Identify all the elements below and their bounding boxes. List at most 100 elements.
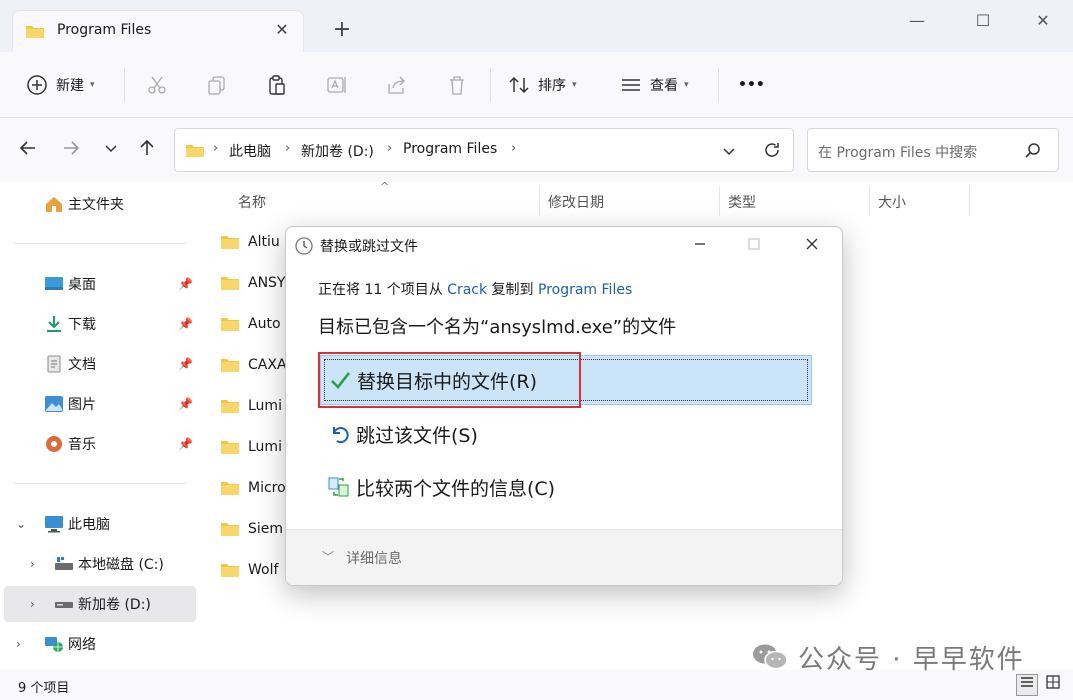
minimize-icon — [695, 243, 705, 245]
new-icon — [27, 75, 47, 95]
sidebar-item-drive-d[interactable]: › 新加卷 (D:) — [4, 586, 196, 622]
folder-icon — [221, 318, 239, 331]
tiles-view-button[interactable] — [1042, 674, 1064, 696]
list-item[interactable]: Micro — [220, 473, 286, 503]
maximize-button[interactable]: ☐ — [960, 6, 1006, 36]
more-button[interactable]: ••• — [738, 72, 765, 98]
sidebar-item-home[interactable]: 主文件夹 — [4, 186, 196, 222]
dialog-close-button[interactable] — [792, 233, 832, 259]
details-view-icon — [1021, 677, 1033, 687]
address-bar[interactable]: › 此电脑 › 新加卷 (D:) › Program Files › — [174, 128, 794, 172]
new-label: 新建 — [56, 78, 84, 94]
column-header-name[interactable]: 名称 — [238, 192, 266, 212]
chevron-right-icon[interactable]: › — [30, 597, 35, 611]
sidebar-item-this-pc[interactable]: ⌄ 此电脑 — [4, 506, 196, 542]
sidebar-divider — [14, 483, 186, 484]
title-bar: Program Files ✕ + — ☐ ✕ — [0, 0, 1073, 52]
share-button[interactable] — [386, 72, 408, 98]
minimize-button[interactable]: — — [894, 6, 940, 36]
list-item[interactable]: Lumi — [220, 432, 282, 462]
list-item[interactable]: Wolf — [220, 555, 278, 585]
address-history-chevron-icon[interactable] — [721, 143, 737, 159]
sidebar-item-downloads[interactable]: 下载 📌 — [4, 306, 196, 342]
sidebar-item-label: 网络 — [68, 637, 96, 653]
refresh-icon[interactable] — [763, 141, 781, 159]
up-button[interactable] — [134, 138, 160, 164]
close-window-button[interactable]: ✕ — [1020, 6, 1066, 36]
compare-icon — [328, 477, 349, 497]
clock-icon — [295, 237, 313, 255]
view-button[interactable]: 查看 ▾ — [620, 72, 689, 98]
chevron-right-icon[interactable]: › — [30, 557, 35, 571]
column-divider[interactable] — [969, 186, 970, 216]
sidebar-item-desktop[interactable]: 桌面 📌 — [4, 266, 196, 302]
list-item[interactable]: ANSY — [220, 268, 286, 298]
list-item[interactable]: Auto — [220, 309, 281, 339]
recent-locations-button[interactable] — [98, 138, 124, 164]
list-item[interactable]: Lumi — [220, 391, 282, 421]
maximize-icon — [748, 238, 760, 250]
delete-button[interactable] — [446, 72, 468, 98]
new-tab-button[interactable]: + — [330, 18, 354, 42]
breadcrumb-this-pc[interactable]: 此电脑 — [229, 141, 271, 161]
skip-file-option[interactable]: 跳过该文件(S) — [320, 411, 812, 457]
chevron-down-icon: ▾ — [684, 80, 689, 90]
details-view-button[interactable] — [1016, 674, 1038, 696]
search-box[interactable]: 在 Program Files 中搜索 — [807, 128, 1059, 172]
column-header-modified[interactable]: 修改日期 — [548, 192, 604, 212]
chevron-down-icon[interactable]: ⌄ — [16, 517, 26, 531]
sidebar-item-music[interactable]: 音乐 📌 — [4, 426, 196, 462]
copy-button[interactable] — [206, 72, 228, 98]
list-item[interactable]: CAXA — [220, 350, 287, 380]
compare-files-option[interactable]: 比较两个文件的信息(C) — [320, 464, 812, 510]
sidebar-item-network[interactable]: › 网络 — [4, 626, 196, 662]
view-label: 查看 — [650, 78, 678, 94]
breadcrumb-program-files[interactable]: Program Files — [403, 141, 497, 157]
tiles-view-icon — [1046, 675, 1060, 689]
cut-button[interactable] — [146, 72, 168, 98]
destination-folder-link[interactable]: Program Files — [538, 282, 632, 298]
back-button[interactable] — [15, 138, 41, 164]
chevron-down-icon[interactable]: ﹀ — [322, 548, 334, 565]
dialog-maximize-button — [734, 233, 774, 259]
folder-icon — [221, 523, 239, 536]
sidebar-item-label: 本地磁盘 (C:) — [78, 557, 164, 573]
column-divider[interactable] — [869, 186, 870, 216]
search-placeholder: 在 Program Files 中搜索 — [818, 145, 978, 161]
source-folder-link[interactable]: Crack — [447, 282, 487, 298]
folder-icon — [221, 236, 239, 249]
forward-button[interactable] — [58, 138, 84, 164]
sidebar-divider — [14, 243, 186, 244]
column-divider[interactable] — [719, 186, 720, 216]
file-name: Siem — [248, 521, 284, 537]
conflict-heading: 目标已包含一个名为“ansyslmd.exe”的文件 — [318, 317, 677, 338]
column-divider[interactable] — [539, 186, 540, 216]
list-item[interactable]: Altiu — [220, 227, 280, 257]
chevron-right-icon[interactable]: › — [16, 637, 21, 651]
arrow-left-icon — [19, 141, 35, 155]
file-name: Lumi — [248, 439, 282, 455]
breadcrumb-drive-d[interactable]: 新加卷 (D:) — [301, 141, 374, 161]
paste-button[interactable] — [266, 72, 288, 98]
more-details-toggle[interactable]: 详细信息 — [346, 548, 402, 568]
sort-button[interactable]: 排序 ▾ — [508, 72, 577, 98]
sidebar-item-pictures[interactable]: 图片 📌 — [4, 386, 196, 422]
command-bar: 新建 ▾ 排序 ▾ 查看 ▾ ••• — [0, 52, 1073, 118]
tab-close-button[interactable]: ✕ — [271, 19, 293, 41]
watermark: 公众号 · 早早软件 — [752, 640, 1025, 675]
column-header-type[interactable]: 类型 — [728, 192, 756, 212]
breadcrumb-separator: › — [511, 141, 517, 156]
file-name: Altiu — [248, 234, 280, 250]
rename-button[interactable] — [326, 72, 348, 98]
new-button[interactable]: 新建 ▾ — [26, 72, 95, 98]
delete-icon — [450, 76, 464, 95]
list-item[interactable]: Siem — [220, 514, 283, 544]
dialog-minimize-button[interactable] — [680, 233, 720, 259]
item-count: 9 个项目 — [18, 681, 70, 696]
tab-program-files[interactable]: Program Files ✕ — [12, 10, 304, 52]
column-header-size[interactable]: 大小 — [878, 192, 906, 212]
sidebar-item-documents[interactable]: 文档 📌 — [4, 346, 196, 382]
watermark-text: 公众号 · 早早软件 — [798, 644, 1025, 675]
sidebar-item-drive-c[interactable]: › 本地磁盘 (C:) — [4, 546, 196, 582]
folder-icon — [221, 564, 239, 577]
